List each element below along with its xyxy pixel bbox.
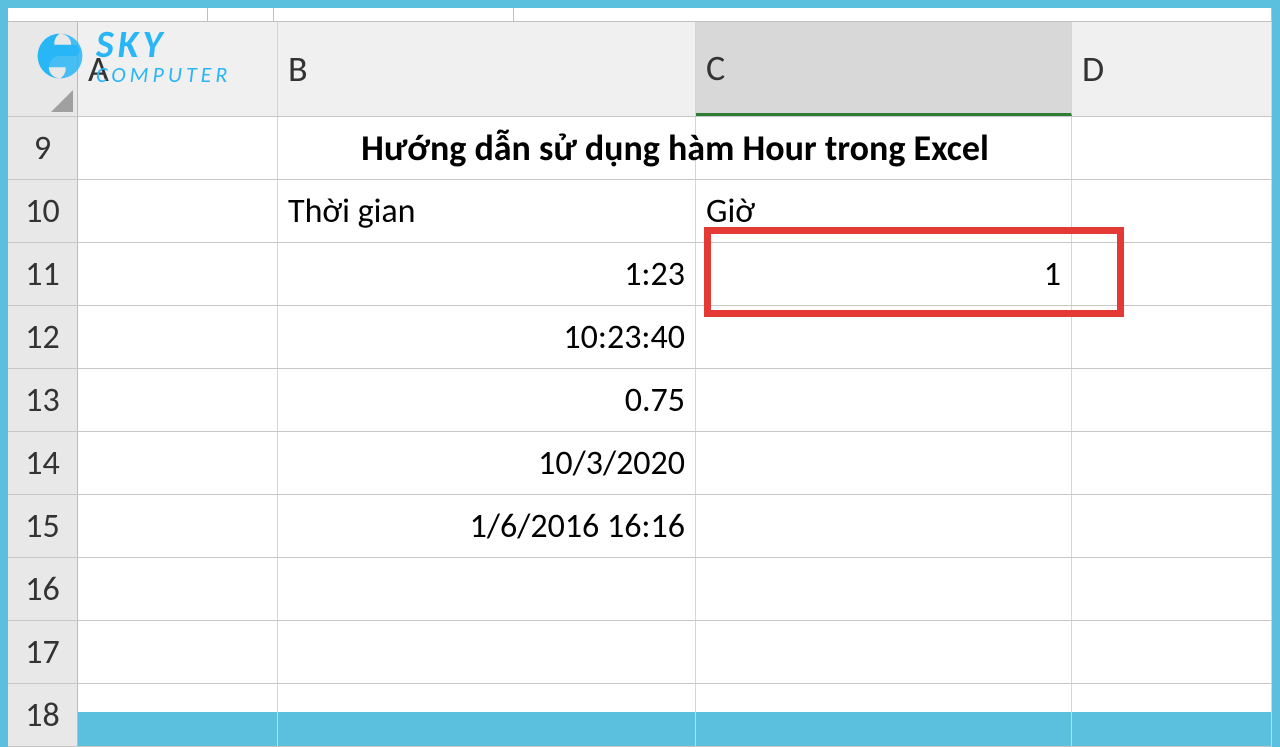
- cell-C18[interactable]: [696, 684, 1072, 746]
- cell-D15[interactable]: [1072, 495, 1272, 557]
- formula-bar[interactable]: [8, 8, 1272, 22]
- sky-logo-icon: [32, 28, 88, 84]
- cell-D12[interactable]: [1072, 306, 1272, 368]
- cell-C17[interactable]: [696, 621, 1072, 683]
- row-header[interactable]: 10: [8, 180, 78, 242]
- logo-text-top: SKY: [96, 26, 231, 64]
- cell-C9[interactable]: [696, 117, 1072, 179]
- row-header[interactable]: 12: [8, 306, 78, 368]
- cell-A11[interactable]: [78, 243, 278, 305]
- cell-D18[interactable]: [1072, 684, 1272, 746]
- grid-row: 16: [8, 558, 1272, 621]
- row-header[interactable]: 13: [8, 369, 78, 431]
- logo-text-bottom: COMPUTER: [96, 64, 231, 86]
- cell-A13[interactable]: [78, 369, 278, 431]
- row-header[interactable]: 9: [8, 117, 78, 179]
- row-header[interactable]: 14: [8, 432, 78, 494]
- cell-C12[interactable]: [696, 306, 1072, 368]
- row-header[interactable]: 11: [8, 243, 78, 305]
- cell-A17[interactable]: [78, 621, 278, 683]
- column-header-D[interactable]: D: [1072, 22, 1272, 116]
- watermark-logo: SKY COMPUTER: [32, 26, 231, 86]
- row-header[interactable]: 16: [8, 558, 78, 620]
- cell-B13[interactable]: 0.75: [278, 369, 696, 431]
- cell-C15[interactable]: [696, 495, 1072, 557]
- cell-B14[interactable]: 10/3/2020: [278, 432, 696, 494]
- cell-A16[interactable]: [78, 558, 278, 620]
- cell-D17[interactable]: [1072, 621, 1272, 683]
- cell-A12[interactable]: [78, 306, 278, 368]
- grid-row: 17: [8, 621, 1272, 684]
- column-header-C[interactable]: C: [696, 22, 1072, 116]
- cell-D11[interactable]: [1072, 243, 1272, 305]
- select-all-triangle-icon: [51, 90, 73, 112]
- cell-C11[interactable]: 1: [696, 243, 1072, 305]
- spreadsheet-window: SKY COMPUTER A B C D 9Hướng dẫn sử dụng …: [8, 8, 1272, 712]
- row-header[interactable]: 17: [8, 621, 78, 683]
- grid-row: 14 10/3/2020: [8, 432, 1272, 495]
- cell-B17[interactable]: [278, 621, 696, 683]
- cell-A9[interactable]: [78, 117, 278, 179]
- cell-B16[interactable]: [278, 558, 696, 620]
- cell-B10[interactable]: Thời gian: [278, 180, 696, 242]
- cell-B9[interactable]: [278, 117, 696, 179]
- cell-B12[interactable]: 10:23:40: [278, 306, 696, 368]
- spreadsheet-grid: A B C D 9Hướng dẫn sử dụng hàm Hour tron…: [8, 22, 1272, 747]
- grid-row: 10 Thời gianGiờ: [8, 180, 1272, 243]
- grid-row: 11 1:231: [8, 243, 1272, 306]
- cell-D10[interactable]: [1072, 180, 1272, 242]
- cell-D16[interactable]: [1072, 558, 1272, 620]
- grid-row: 130.75: [8, 369, 1272, 432]
- cell-A15[interactable]: [78, 495, 278, 557]
- grid-row: 12 10:23:40: [8, 306, 1272, 369]
- column-header-B[interactable]: B: [278, 22, 696, 116]
- cell-D9[interactable]: [1072, 117, 1272, 179]
- cell-A18[interactable]: [78, 684, 278, 746]
- grid-row: 9Hướng dẫn sử dụng hàm Hour trong Excel: [8, 117, 1272, 180]
- cell-A10[interactable]: [78, 180, 278, 242]
- cell-B18[interactable]: [278, 684, 696, 746]
- cell-B15[interactable]: 1/6/2016 16:16: [278, 495, 696, 557]
- cell-D13[interactable]: [1072, 369, 1272, 431]
- cell-C16[interactable]: [696, 558, 1072, 620]
- cell-C13[interactable]: [696, 369, 1072, 431]
- cell-C14[interactable]: [696, 432, 1072, 494]
- grid-row: 15 1/6/2016 16:16: [8, 495, 1272, 558]
- cell-D14[interactable]: [1072, 432, 1272, 494]
- cell-B11[interactable]: 1:23: [278, 243, 696, 305]
- row-header[interactable]: 15: [8, 495, 78, 557]
- row-header[interactable]: 18: [8, 684, 78, 746]
- grid-row: 18: [8, 684, 1272, 747]
- cell-A14[interactable]: [78, 432, 278, 494]
- cell-C10[interactable]: Giờ: [696, 180, 1072, 242]
